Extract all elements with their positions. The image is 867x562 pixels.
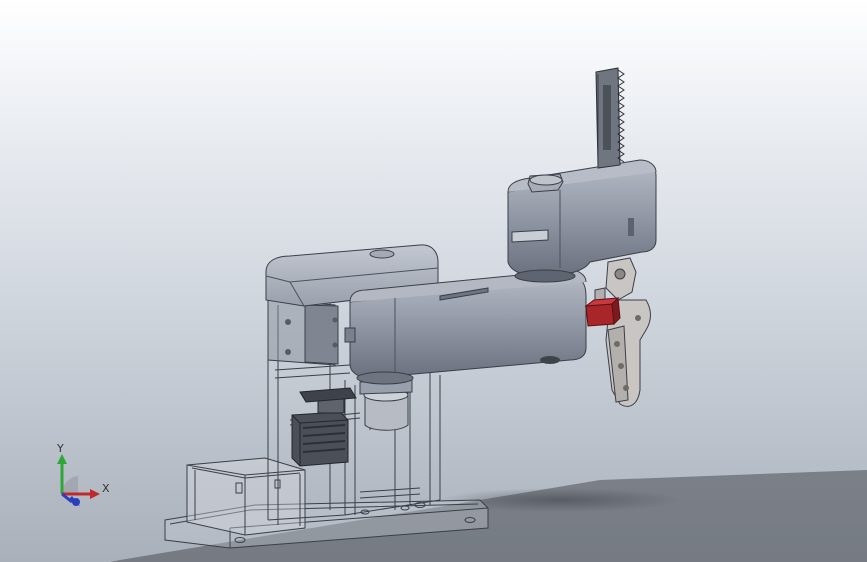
gripper[interactable] [594, 257, 651, 407]
stepper-motor[interactable] [291, 387, 357, 467]
red-block[interactable] [584, 296, 621, 327]
triad-plane [61, 476, 78, 494]
x-axis-label: X [102, 482, 110, 495]
y-axis-label: Y [56, 442, 64, 455]
model-viewport[interactable] [0, 0, 867, 562]
shaft-coupling[interactable] [359, 379, 413, 431]
gear-rack[interactable] [595, 67, 625, 169]
control-box[interactable] [186, 457, 306, 536]
coordinate-triad: Y X [56, 442, 110, 506]
arm-link-2[interactable] [507, 159, 657, 283]
